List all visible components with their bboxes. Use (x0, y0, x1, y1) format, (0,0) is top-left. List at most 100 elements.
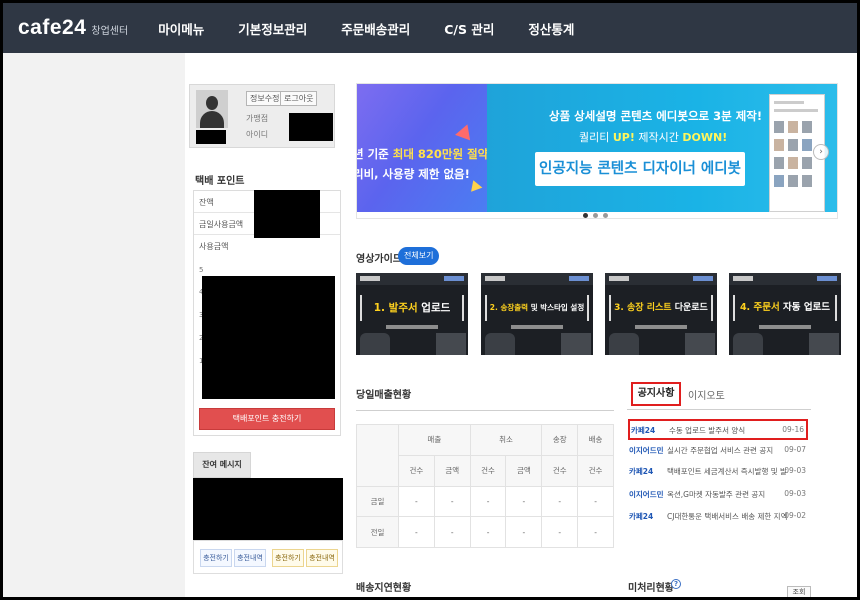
subheader: 금액 (433, 454, 471, 487)
table-row: 금일 - - - - - - (356, 485, 614, 518)
video-thumbnail-4[interactable]: 4. 주문서 자동 업로드 (729, 273, 841, 355)
help-icon[interactable]: ? (671, 579, 681, 589)
notice-source: 카페24 (631, 426, 656, 435)
subheader: 건수 (398, 454, 435, 487)
divider (627, 409, 811, 410)
cell: - (398, 485, 435, 518)
cell: - (577, 485, 614, 518)
redacted-balance (254, 190, 320, 238)
notice-item[interactable]: 이지어드민 실시간 주문협업 서비스 관련 공지 09-07 (628, 441, 808, 459)
banner-slide-current: 상품 상세설명 콘텐츠 에디봇으로 3분 제작! 퀄리티 UP! 제작시간 DO… (487, 84, 837, 212)
avatar (196, 90, 228, 128)
cell: - (541, 516, 579, 548)
banner-dot[interactable] (583, 213, 588, 218)
notice-item[interactable]: 카페24 수동 업로드 발주서 양식 09-16 (628, 419, 808, 440)
notice-date: 09-16 (782, 425, 804, 434)
notice-source: 카페24 (629, 467, 654, 476)
sales-group-header: 매출 (398, 424, 471, 456)
notice-title: 수동 업로드 발주서 양식 (669, 426, 746, 435)
usage-row: 사용금액 (194, 235, 340, 257)
id-label: 아이디 (246, 130, 269, 139)
cell: - (577, 516, 614, 548)
message-history-button[interactable]: 충전내역 (234, 549, 266, 567)
notice-source: 이지어드민 (629, 490, 664, 499)
banner-pagination (583, 212, 623, 218)
points-title: 택배 포인트 (195, 176, 245, 187)
lookup-button[interactable]: 조회 (787, 586, 811, 598)
video-thumbnail-2[interactable]: 2. 송장출력 및 박스타입 설정 (481, 273, 593, 355)
left-margin-area (3, 53, 185, 597)
banner-dot[interactable] (603, 213, 608, 218)
message-charge-button[interactable]: 충전하기 (200, 549, 232, 567)
nav-item-basic-info[interactable]: 기본정보관리 (238, 19, 307, 38)
balance-label: 잔액 (199, 198, 214, 207)
notice-date: 09-02 (784, 511, 806, 520)
cell: - (469, 516, 507, 548)
notice-date: 09-03 (784, 466, 806, 475)
notice-title: CJ대한통운 택배서비스 배송 제한 지역 (667, 512, 787, 521)
main-menu: 마이메뉴 기본정보관리 주문배송관리 C/S 관리 정산통계 (158, 19, 608, 38)
cell: - (505, 516, 543, 548)
view-all-button[interactable]: 전체보기 (398, 247, 440, 265)
banner-left-line1: 년 기준 최대 820만원 절약! (357, 147, 487, 161)
edit-info-button[interactable]: 정보수정 (246, 91, 284, 106)
notice-title: 실시간 주문협업 서비스 관련 공지 (667, 446, 774, 455)
tab-ezauto[interactable]: 이지오토 (688, 387, 725, 402)
charge-points-button[interactable]: 택배포인트 충전하기 (199, 408, 335, 430)
subheader: 건수 (541, 454, 579, 487)
cell: - (433, 485, 471, 518)
nav-item-my-menu[interactable]: 마이메뉴 (158, 19, 204, 38)
video-guide-title: 영상가이드 (356, 254, 402, 265)
daily-sales-table: 매출 취소 송장 배송 건수 금액 건수 금액 건수 건수 금일 - - - -… (356, 424, 614, 548)
message-history-button-2[interactable]: 충전내역 (306, 549, 338, 567)
message-charge-button-2[interactable]: 충전하기 (272, 549, 304, 567)
nav-item-cs[interactable]: C/S 관리 (444, 19, 494, 38)
shipping-group-header: 배송 (577, 424, 614, 456)
tab-notices[interactable]: 공지사항 (631, 382, 681, 406)
redacted-message (193, 478, 343, 540)
notice-item[interactable]: 카페24 CJ대한통운 택배서비스 배송 제한 지역 09-02 (628, 507, 808, 525)
logo-subtitle: 창업센터 (91, 26, 129, 37)
notice-source: 카페24 (629, 512, 654, 521)
subheader: 금액 (505, 454, 543, 487)
redacted-chart (202, 276, 335, 399)
message-buttons: 충전하기 충전내역 충전하기 충전내역 (193, 540, 343, 574)
top-navigation: cafe24 창업센터 마이메뉴 기본정보관리 주문배송관리 C/S 관리 정산… (3, 3, 857, 53)
banner-next-arrow-icon[interactable]: › (813, 144, 829, 160)
today-usage-label: 금일사용금액 (199, 220, 244, 229)
profile-box: 정보수정 로그아웃 가맹점 아이디 (189, 84, 335, 148)
remaining-message-tab[interactable]: 잔여 메시지 (193, 452, 251, 478)
cafe24-logo[interactable]: cafe24 창업센터 (18, 16, 128, 40)
redacted-account (289, 113, 333, 141)
divider (356, 410, 614, 411)
video-thumbnail-1[interactable]: 1. 발주서 업로드 (356, 273, 468, 355)
notice-title: 옥션,G마켓 자동발주 관련 공지 (667, 490, 766, 499)
banner-dot[interactable] (593, 213, 598, 218)
nav-item-order-shipping[interactable]: 주문배송관리 (341, 19, 410, 38)
pending-title: 미처리현황 (628, 583, 674, 594)
delivery-delay-title: 배송지연현황 (356, 583, 412, 594)
video-thumbnail-3[interactable]: 3. 송장 리스트 다운로드 (605, 273, 717, 355)
cell: - (398, 516, 435, 548)
banner-left-line2: 리비, 사용량 제한 없음! (357, 167, 470, 181)
cell: - (433, 516, 471, 548)
cell: - (505, 485, 543, 518)
redacted-name (196, 130, 226, 144)
daily-sales-title: 당일매출현황 (356, 390, 412, 401)
subheader: 건수 (577, 454, 614, 487)
banner-product-name: 인공지능 콘텐츠 디자이너 에디봇 (535, 152, 745, 186)
banner-slide-prev: 년 기준 최대 820만원 절약! 리비, 사용량 제한 없음! (357, 84, 487, 212)
y-tick: 5 (199, 266, 204, 274)
cell: - (541, 485, 579, 518)
banner-subline: 퀄리티 UP! 제작시간 DOWN! (579, 131, 728, 144)
usage-label: 사용금액 (199, 242, 229, 251)
logout-button[interactable]: 로그아웃 (280, 91, 318, 106)
nav-item-settlement[interactable]: 정산통계 (528, 19, 574, 38)
notice-source: 이지어드민 (629, 446, 664, 455)
notice-item[interactable]: 카페24 택배포인트 세금계산서 즉시발행 및 발행 09-03 (628, 462, 808, 480)
notice-item[interactable]: 이지어드민 옥션,G마켓 자동발주 관련 공지 09-03 (628, 485, 808, 503)
invoice-group-header: 송장 (541, 424, 579, 456)
table-row: 전일 - - - - - - (356, 516, 614, 548)
promo-banner[interactable]: 년 기준 최대 820만원 절약! 리비, 사용량 제한 없음! 상품 상세설명… (356, 83, 838, 219)
cancel-group-header: 취소 (469, 424, 543, 456)
